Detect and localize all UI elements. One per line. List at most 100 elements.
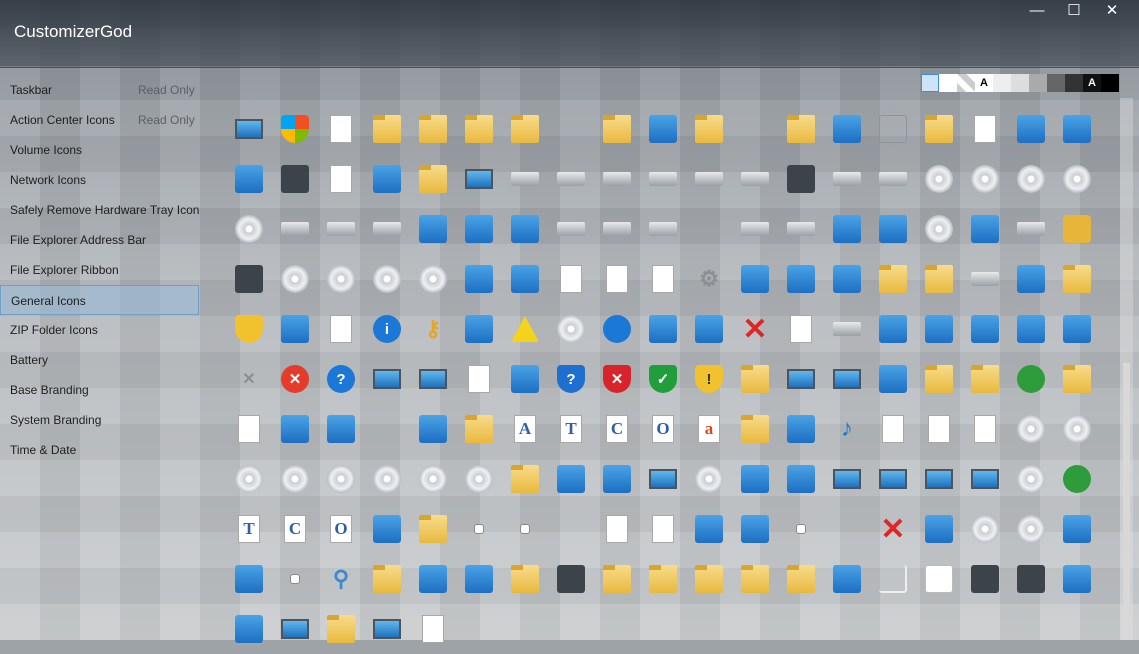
icon-cell[interactable] [318, 404, 364, 454]
icon-cell[interactable] [778, 204, 824, 254]
icon-cell[interactable] [456, 404, 502, 454]
icon-cell[interactable]: ✕ [226, 354, 272, 404]
icon-cell[interactable] [318, 204, 364, 254]
icon-cell[interactable]: i [364, 304, 410, 354]
icon-cell[interactable] [1054, 354, 1100, 404]
icon-cell[interactable] [502, 104, 548, 154]
icon-cell[interactable] [410, 354, 456, 404]
icon-cell[interactable] [410, 104, 456, 154]
icon-cell[interactable] [594, 254, 640, 304]
icon-cell[interactable] [824, 254, 870, 304]
icon-cell[interactable] [778, 504, 824, 554]
icon-cell[interactable] [502, 254, 548, 304]
icon-cell[interactable] [732, 154, 778, 204]
icon-cell[interactable] [594, 204, 640, 254]
icon-cell[interactable] [502, 204, 548, 254]
sidebar-item-file-explorer-address-bar[interactable]: File Explorer Address Bar [0, 225, 205, 255]
icon-cell[interactable] [962, 354, 1008, 404]
sidebar-item-general-icons[interactable]: General Icons [0, 285, 199, 315]
icon-cell[interactable] [318, 154, 364, 204]
icon-cell[interactable] [1008, 154, 1054, 204]
icon-cell[interactable]: ✕ [272, 354, 318, 404]
icon-cell[interactable] [1054, 404, 1100, 454]
icon-cell[interactable] [456, 504, 502, 554]
icon-cell[interactable] [410, 204, 456, 254]
icon-cell[interactable] [456, 204, 502, 254]
icon-cell[interactable] [456, 454, 502, 504]
swatch-dark-gray[interactable] [1047, 74, 1065, 92]
icon-cell[interactable] [502, 554, 548, 604]
icon-cell[interactable] [410, 454, 456, 504]
icon-cell[interactable] [1008, 554, 1054, 604]
icon-cell[interactable] [226, 404, 272, 454]
icon-cell[interactable] [962, 154, 1008, 204]
swatch-light-blue[interactable] [921, 74, 939, 92]
icon-cell[interactable] [1008, 304, 1054, 354]
icon-cell[interactable] [364, 354, 410, 404]
icon-cell[interactable] [318, 254, 364, 304]
sidebar-item-taskbar[interactable]: Taskbar Read Only [0, 75, 205, 105]
icon-cell[interactable] [456, 154, 502, 204]
icon-cell[interactable] [824, 204, 870, 254]
icon-cell[interactable] [1054, 254, 1100, 304]
icon-cell[interactable] [962, 554, 1008, 604]
icon-cell[interactable] [410, 554, 456, 604]
icon-cell[interactable] [824, 154, 870, 204]
swatch-mid-gray[interactable] [1029, 74, 1047, 92]
icon-cell[interactable]: ✕ [870, 504, 916, 554]
icon-cell[interactable] [456, 304, 502, 354]
icon-cell[interactable] [226, 554, 272, 604]
icon-cell[interactable] [916, 454, 962, 504]
swatch-light-gray-2[interactable] [1011, 74, 1029, 92]
icon-cell[interactable] [870, 454, 916, 504]
sidebar-item-base-branding[interactable]: Base Branding [0, 375, 205, 405]
icon-cell[interactable] [870, 154, 916, 204]
icon-cell[interactable] [778, 404, 824, 454]
icon-cell[interactable] [916, 254, 962, 304]
swatch-light-gray-1[interactable] [993, 74, 1011, 92]
sidebar-item-battery[interactable]: Battery [0, 345, 205, 375]
sidebar-item-zip-folder-icons[interactable]: ZIP Folder Icons [0, 315, 205, 345]
icon-cell[interactable] [1054, 304, 1100, 354]
sidebar-item-action-center-icons[interactable]: Action Center Icons Read Only [0, 105, 205, 135]
icon-cell[interactable] [226, 454, 272, 504]
icon-cell[interactable] [364, 604, 410, 654]
icon-cell[interactable] [364, 204, 410, 254]
icon-cell[interactable] [916, 304, 962, 354]
icon-cell[interactable] [456, 254, 502, 304]
icon-cell[interactable] [916, 504, 962, 554]
icon-cell[interactable]: ⚙ [686, 254, 732, 304]
icon-cell[interactable] [548, 454, 594, 504]
icon-cell[interactable] [686, 454, 732, 504]
icon-cell[interactable] [318, 104, 364, 154]
icon-cell[interactable] [640, 254, 686, 304]
icon-cell[interactable]: C [594, 404, 640, 454]
sidebar-item-system-branding[interactable]: System Branding [0, 405, 205, 435]
icon-cell[interactable] [686, 154, 732, 204]
icon-cell[interactable] [272, 404, 318, 454]
icon-cell[interactable] [410, 404, 456, 454]
icon-cell[interactable]: ✓ [640, 354, 686, 404]
icon-cell[interactable] [824, 104, 870, 154]
icon-cell[interactable]: ✕ [732, 304, 778, 354]
icon-cell[interactable] [318, 304, 364, 354]
icon-cell[interactable] [778, 104, 824, 154]
icon-cell[interactable] [732, 504, 778, 554]
icon-cell[interactable] [502, 504, 548, 554]
icon-cell[interactable]: ✕ [594, 354, 640, 404]
icon-cell[interactable] [364, 104, 410, 154]
icon-cell[interactable] [502, 454, 548, 504]
icon-cell[interactable] [962, 204, 1008, 254]
icon-cell[interactable] [916, 104, 962, 154]
icon-cell[interactable] [962, 304, 1008, 354]
icon-cell[interactable] [686, 504, 732, 554]
icon-cell[interactable] [640, 104, 686, 154]
icon-cell[interactable] [640, 304, 686, 354]
icon-cell[interactable] [778, 304, 824, 354]
icon-cell[interactable] [456, 554, 502, 604]
icon-cell[interactable]: C [272, 504, 318, 554]
icon-cell[interactable] [778, 354, 824, 404]
icon-cell[interactable] [870, 354, 916, 404]
close-button[interactable]: ✕ [1093, 0, 1131, 22]
icon-cell[interactable] [502, 354, 548, 404]
